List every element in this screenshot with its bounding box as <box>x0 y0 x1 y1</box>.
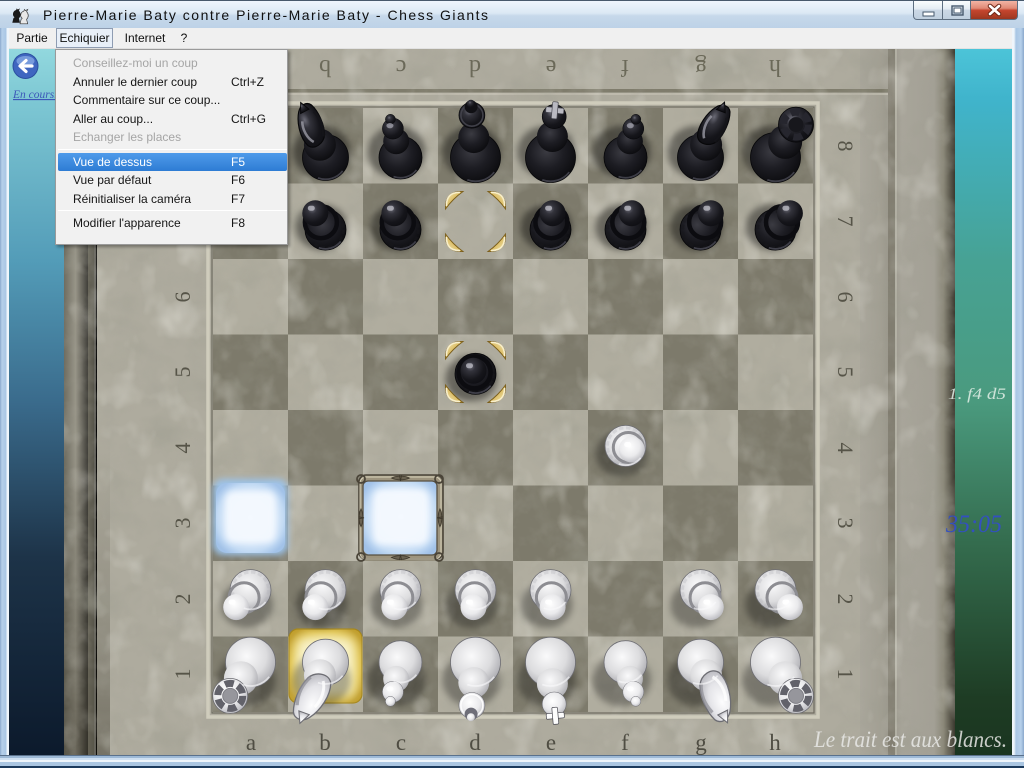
svg-text:d: d <box>469 730 481 755</box>
svg-text:a: a <box>246 730 256 755</box>
svg-text:4: 4 <box>833 443 858 454</box>
svg-text:5: 5 <box>833 367 858 378</box>
svg-text:1. f4 d5: 1. f4 d5 <box>948 386 1006 403</box>
svg-text:f: f <box>621 54 629 80</box>
svg-text:3: 3 <box>170 518 195 529</box>
svg-text:b: b <box>319 54 331 80</box>
svg-text:2: 2 <box>833 594 858 605</box>
svg-text:3: 3 <box>833 518 858 529</box>
svg-text:2: 2 <box>170 594 195 605</box>
svg-text:7: 7 <box>833 216 858 227</box>
svg-text:6: 6 <box>170 292 195 303</box>
svg-text:e: e <box>546 54 557 80</box>
svg-text:1: 1 <box>833 669 858 680</box>
svg-text:5: 5 <box>170 367 195 378</box>
svg-text:g: g <box>695 54 707 80</box>
svg-text:35:05: 35:05 <box>945 511 1002 538</box>
svg-text:d: d <box>469 54 481 80</box>
svg-text:8: 8 <box>833 141 858 152</box>
svg-text:6: 6 <box>833 292 858 303</box>
svg-text:f: f <box>621 730 629 755</box>
svg-text:4: 4 <box>170 443 195 454</box>
svg-text:c: c <box>396 54 407 80</box>
svg-text:Le trait est aux blancs.: Le trait est aux blancs. <box>813 727 1007 752</box>
svg-text:c: c <box>396 730 406 755</box>
svg-text:h: h <box>769 730 781 755</box>
svg-text:e: e <box>546 730 556 755</box>
svg-text:h: h <box>769 54 781 80</box>
svg-text:b: b <box>319 730 331 755</box>
svg-text:1: 1 <box>170 669 195 680</box>
svg-text:g: g <box>695 730 707 755</box>
